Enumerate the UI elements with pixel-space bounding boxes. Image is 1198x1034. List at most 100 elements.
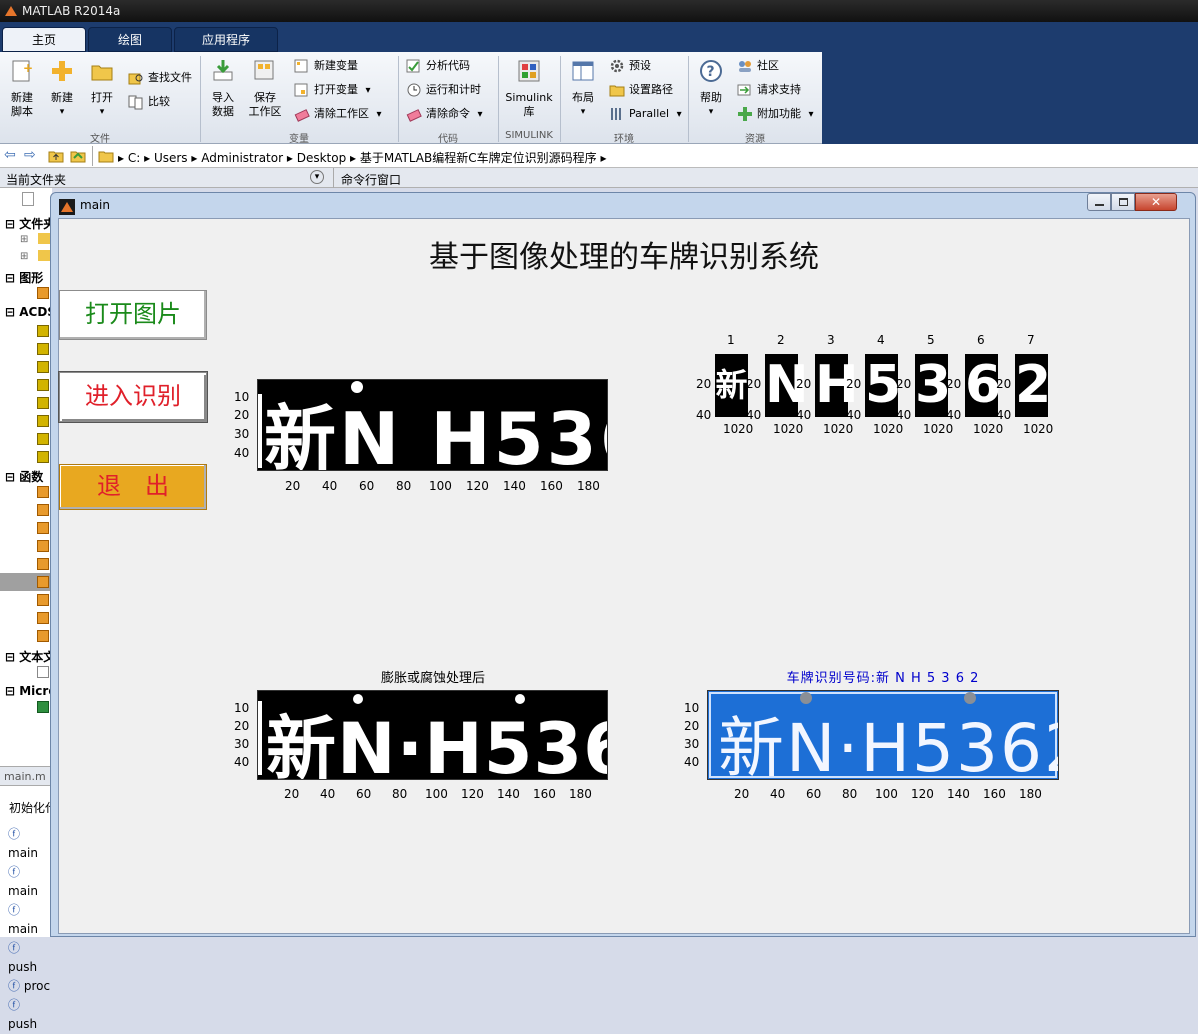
list-item[interactable]: ⓕ main [8, 825, 52, 863]
import-data-button[interactable]: 导入 数据 [204, 56, 242, 119]
current-folder-pane: ⊟ 文件夹 ⊞ ⊞ ⊟ 图形 ⊟ ACDSee ⊟ 函数 ⊟ 文本文档 ⊟ Mi… [0, 188, 52, 1031]
axis-tick: 100 [429, 479, 452, 493]
folder-icon [91, 65, 113, 81]
axis-tick: 10 [684, 701, 700, 715]
section-header[interactable]: ⊟ 函数 [5, 468, 52, 485]
function-icon: ⓕ [8, 998, 21, 1012]
breadcrumb-item[interactable]: Desktop [297, 151, 347, 165]
new-script-button[interactable]: + 新建 脚本 [4, 56, 40, 119]
plate-glyphs: 新N H5362 [264, 397, 607, 470]
maximize-button[interactable] [1111, 193, 1135, 211]
section-header[interactable]: ⊟ Microsoft [5, 684, 52, 698]
list-item[interactable]: ⓕ push [8, 996, 52, 1034]
char-index-label: 7 [1027, 333, 1035, 347]
new-button[interactable]: 新建 ▾ [44, 56, 80, 119]
axis-tick: 20 [285, 479, 301, 493]
axis-tick: 140 [947, 787, 970, 801]
list-item-label: main [8, 846, 38, 860]
breadcrumb-item[interactable]: 基于MATLAB编程新C车牌定位识别源码程序 [360, 151, 597, 165]
close-button[interactable]: ✕ [1135, 193, 1177, 211]
axis-tick: 40 [320, 787, 336, 801]
new-variable-button[interactable]: 新建变量 [294, 56, 358, 76]
axis-tick: 20 [696, 377, 712, 391]
set-path-label: 设置路径 [629, 83, 673, 96]
browse-folder-icon[interactable] [70, 148, 86, 164]
compare-button[interactable]: 比较 [128, 92, 170, 112]
list-item[interactable]: ⓕ push [8, 939, 52, 977]
axis-tick: 180 [569, 787, 592, 801]
chevron-down-icon: ▾ [708, 107, 714, 117]
request-support-button[interactable]: 请求支持 [737, 80, 801, 100]
char-index-label: 6 [977, 333, 985, 347]
section-label: ACDSee [19, 305, 52, 319]
open-label: 打开 [91, 91, 113, 104]
recognize-button[interactable]: 进入识别 [59, 372, 207, 422]
forward-icon[interactable]: ⇨ [24, 147, 36, 163]
clear-workspace-button[interactable]: 清除工作区 [294, 104, 382, 124]
axis-tick: 30 [234, 427, 250, 441]
expand-icon[interactable]: ⊞ [20, 251, 28, 262]
open-variable-button[interactable]: 打开变量 [294, 80, 371, 100]
axis-tick: 120 [461, 787, 484, 801]
char-axes: 3 [915, 354, 951, 417]
run-and-time-button[interactable]: 运行和计时 [406, 80, 481, 100]
group-label-variable: 变量 [289, 134, 309, 145]
breadcrumb-item[interactable]: Administrator [201, 151, 283, 165]
parallel-icon [611, 108, 621, 120]
axis-tick: 80 [396, 479, 412, 493]
breadcrumb-item[interactable]: Users [154, 151, 188, 165]
expand-icon[interactable]: ⊞ [20, 234, 28, 245]
list-item[interactable]: ⓕ main [8, 863, 52, 901]
clear-commands-button[interactable]: 清除命令 [406, 104, 483, 124]
chevron-down-icon[interactable]: ▾ [310, 170, 324, 184]
new-variable-icon [294, 59, 308, 73]
section-header[interactable]: ⊟ 文件夹 [5, 215, 52, 232]
parallel-button[interactable]: Parallel [609, 104, 682, 124]
exit-button[interactable]: 退 出 [59, 464, 207, 510]
char-index-label: 2 [777, 333, 785, 347]
axis-tick: 10 [723, 422, 739, 436]
group-label-code: 代码 [438, 134, 458, 145]
char-glyph: 5 [865, 355, 902, 415]
list-item-label: push [8, 960, 38, 974]
breadcrumb-item[interactable]: C: [128, 151, 140, 165]
layout-button[interactable]: 布局 ▾ [564, 56, 602, 119]
function-file-icon [37, 504, 49, 516]
list-item-label: main [8, 884, 38, 898]
list-item[interactable]: ⓕ main [8, 901, 52, 939]
list-item[interactable]: ⓕ proc [8, 977, 52, 996]
minimize-button[interactable] [1087, 193, 1111, 211]
axis-tick: 20 [738, 422, 754, 436]
image-file-icon [37, 343, 49, 355]
community-icon [739, 61, 751, 72]
analyze-code-button[interactable]: 分析代码 [406, 56, 470, 76]
open-button[interactable]: 打开 ▾ [84, 56, 120, 119]
preferences-button[interactable]: 预设 [609, 56, 651, 76]
tab-plots[interactable]: 绘图 [88, 27, 172, 52]
tab-apps[interactable]: 应用程序 [174, 27, 278, 52]
set-path-button[interactable]: 设置路径 [609, 80, 673, 100]
gear-icon [610, 59, 624, 73]
section-header[interactable]: ⊟ 图形 [5, 269, 52, 286]
chevron-down-icon: ▾ [580, 107, 586, 117]
up-folder-icon[interactable] [48, 148, 64, 164]
open-image-button[interactable]: 打开图片 [59, 290, 207, 340]
save-workspace-button[interactable]: 保存 工作区 [246, 56, 284, 119]
add-ons-button[interactable]: 附加功能 [737, 104, 814, 124]
section-header[interactable]: ⊟ 文本文档 [5, 648, 52, 665]
tab-home[interactable]: 主页 [2, 27, 86, 52]
svg-text:+: + [23, 61, 33, 75]
run-and-time-label: 运行和计时 [426, 83, 481, 96]
simulink-library-button[interactable]: Simulink 库 [503, 56, 555, 119]
back-icon[interactable]: ⇦ [4, 147, 16, 163]
breadcrumb-separator-icon: ▸ [191, 151, 202, 165]
axis-tick: 40 [770, 787, 786, 801]
find-files-button[interactable]: 查找文件 [128, 68, 192, 88]
section-header[interactable]: ⊟ ACDSee [5, 305, 52, 319]
help-button[interactable]: ? 帮助 ▾ [694, 56, 728, 119]
community-button[interactable]: 社区 [737, 56, 779, 76]
section-label: 图形 [19, 271, 44, 285]
axis-tick: 160 [533, 787, 556, 801]
function-file-icon [37, 558, 49, 570]
add-ons-label: 附加功能 [757, 107, 801, 120]
